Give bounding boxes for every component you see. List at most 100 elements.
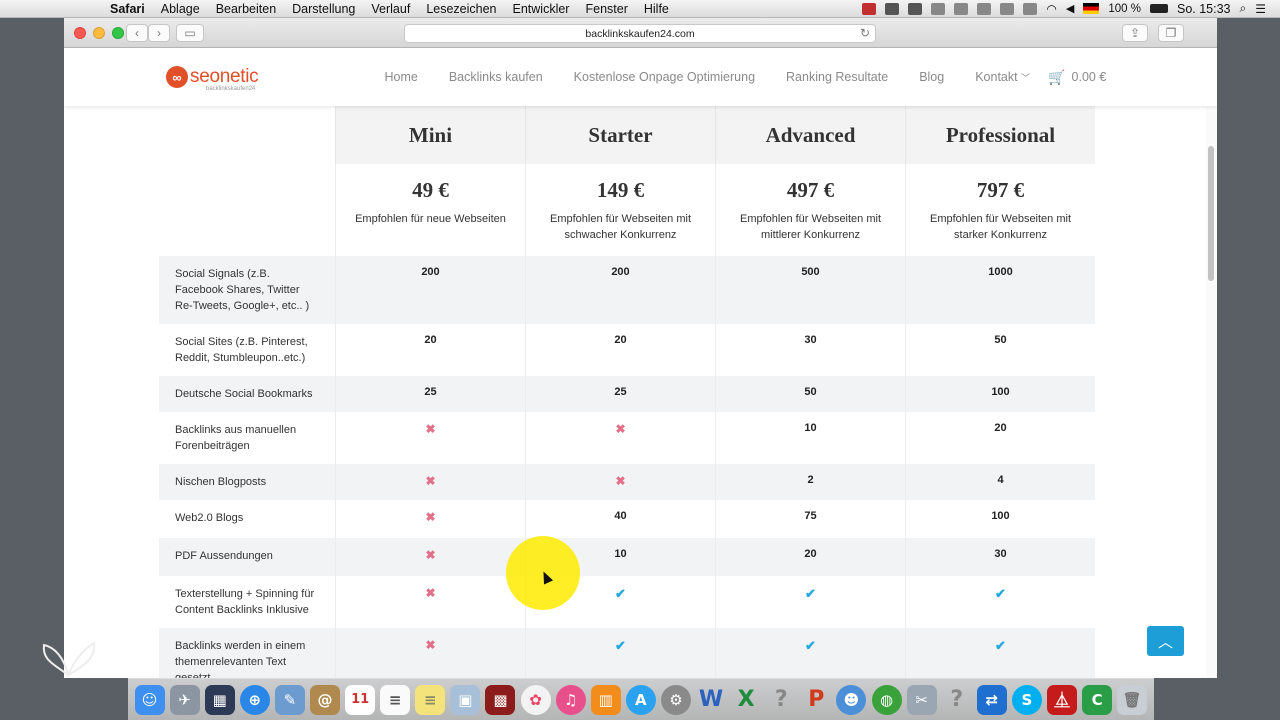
feature-value: 50 <box>715 376 905 412</box>
macos-menu-bar: Safari Ablage Bearbeiten Darstellung Ver… <box>0 0 1280 18</box>
notes-icon[interactable]: ≡ <box>415 684 446 715</box>
photos-icon[interactable]: ✿ <box>520 684 551 715</box>
forward-button[interactable]: › <box>148 24 170 42</box>
trash-icon[interactable]: 🗑 <box>1117 684 1148 715</box>
site-logo[interactable]: ∞ seonetic backlinkskaufen24 <box>166 66 259 92</box>
close-window-button[interactable] <box>74 27 86 39</box>
logo-text: seonetic <box>190 66 259 87</box>
nav-ranking-resultate[interactable]: Ranking Resultate <box>786 70 888 84</box>
dropbox-icon[interactable] <box>908 2 923 15</box>
chevron-up-icon: ︿ <box>1157 633 1173 651</box>
plan-price-cell: 797 € Empfohlen für Webseiten mit starke… <box>905 164 1095 256</box>
reminders-icon[interactable]: ≡ <box>380 684 411 715</box>
reload-icon[interactable]: ↻ <box>860 26 870 40</box>
back-button[interactable]: ‹ <box>126 24 148 42</box>
plan-price: 49 € <box>412 178 449 202</box>
minimize-window-button[interactable] <box>93 27 105 39</box>
clock[interactable]: So. 15:33 <box>1177 2 1231 16</box>
cross-icon: ✖ <box>335 538 525 576</box>
nav-blog[interactable]: Blog <box>919 70 944 84</box>
nav-home[interactable]: Home <box>385 70 418 84</box>
cross-icon: ✖ <box>525 412 715 464</box>
feature-value: 500 <box>715 256 905 324</box>
cart-button[interactable]: 🛒 0.00 € <box>1048 69 1106 86</box>
chevron-down-icon: ﹀ <box>1021 73 1031 83</box>
photo-booth-icon[interactable]: ▩ <box>485 684 516 715</box>
nav-kontakt[interactable]: Kontakt ﹀ <box>975 70 1030 84</box>
teamviewer-icon[interactable]: ⇄ <box>976 684 1007 715</box>
menu-verlauf[interactable]: Verlauf <box>363 2 418 16</box>
skype-tray-icon[interactable] <box>954 2 969 15</box>
scrollbar-thumb[interactable] <box>1208 146 1214 281</box>
chevron-left-icon: ‹ <box>135 26 139 40</box>
feature-value: 200 <box>525 256 715 324</box>
menu-safari[interactable]: Safari <box>102 2 153 16</box>
word-icon[interactable]: W <box>696 685 726 715</box>
feature-row: Backlinks aus manuellen Forenbeiträgen ✖ ✖… <box>159 412 1096 464</box>
record-icon[interactable] <box>862 2 877 15</box>
skype-icon[interactable]: S <box>1011 684 1042 715</box>
feature-value: 30 <box>905 538 1095 576</box>
page-scrollbar[interactable] <box>1206 106 1217 678</box>
finder-icon[interactable]: ☺ <box>134 684 165 715</box>
menu-bearbeiten[interactable]: Bearbeiten <box>208 2 284 16</box>
utility-icon[interactable]: ✂ <box>906 684 937 715</box>
time-machine-icon[interactable] <box>1000 2 1015 15</box>
sidebar-toggle-button[interactable]: ▭ <box>176 24 204 42</box>
wifi-icon[interactable]: ◠ <box>1046 2 1056 16</box>
pricing-table: Mini Starter Advanced Professional 49 € … <box>159 106 1096 678</box>
german-flag-icon[interactable] <box>1083 3 1100 14</box>
unknown-app-icon-2[interactable]: ? <box>942 685 972 715</box>
powerpoint-icon[interactable]: P <box>801 685 831 715</box>
launchpad-icon[interactable]: ✈ <box>169 684 200 715</box>
mission-control-icon[interactable]: ▦ <box>204 684 235 715</box>
acrobat-icon[interactable]: ⏅ <box>1046 684 1077 715</box>
zoom-window-button[interactable] <box>112 27 124 39</box>
scroll-to-top-button[interactable]: ︿ <box>1147 626 1184 656</box>
lync-icon[interactable]: ☻ <box>836 684 867 715</box>
safari-icon[interactable]: ⊕ <box>239 684 270 715</box>
excel-icon[interactable]: X <box>731 685 761 715</box>
feature-row: Nischen Blogposts ✖ ✖ 2 4 <box>159 464 1096 500</box>
app-store-icon[interactable]: A <box>625 684 656 715</box>
menu-fenster[interactable]: Fenster <box>577 2 635 16</box>
spotlight-icon[interactable]: ⌕ <box>1240 1 1247 16</box>
cross-icon: ✖ <box>335 412 525 464</box>
notification-center-icon[interactable]: ☰ <box>1255 2 1266 16</box>
preview-icon[interactable]: ✎ <box>274 684 305 715</box>
sync-icon[interactable] <box>931 2 946 15</box>
menu-lesezeichen[interactable]: Lesezeichen <box>418 2 504 16</box>
image-capture-icon[interactable]: ▣ <box>450 684 481 715</box>
menu-darstellung[interactable]: Darstellung <box>284 2 363 16</box>
calendar-icon[interactable]: 11 <box>345 684 376 715</box>
unknown-app-icon[interactable]: ? <box>766 685 796 715</box>
feature-value: 20 <box>905 412 1095 464</box>
battery-icon[interactable] <box>1149 4 1168 13</box>
itunes-icon[interactable]: ♫ <box>555 684 586 715</box>
app-tray-icon[interactable] <box>885 2 900 15</box>
airplay-icon[interactable] <box>977 2 992 15</box>
network-icon[interactable]: ◍ <box>871 684 902 715</box>
logo-subtext: backlinkskaufen24 <box>206 86 256 92</box>
battery-percent: 100 % <box>1108 2 1141 15</box>
system-preferences-icon[interactable]: ⚙ <box>660 684 691 715</box>
menu-hilfe[interactable]: Hilfe <box>636 2 677 16</box>
camtasia-icon[interactable]: C <box>1082 684 1113 715</box>
feature-value: 200 <box>335 256 525 324</box>
ibooks-icon[interactable]: ▥ <box>590 684 621 715</box>
volume-icon[interactable]: ◀ <box>1066 2 1074 15</box>
nav-kontakt-label: Kontakt <box>975 70 1018 84</box>
feature-label: Nischen Blogposts <box>159 464 335 500</box>
menu-entwickler[interactable]: Entwickler <box>505 2 578 16</box>
show-tabs-button[interactable]: ❐ <box>1158 24 1184 42</box>
nav-backlinks-kaufen[interactable]: Backlinks kaufen <box>449 70 543 84</box>
address-bar[interactable]: backlinkskaufen24.com ↻ <box>404 24 876 43</box>
plan-name-starter: Starter <box>525 106 715 164</box>
feature-value: 20 <box>335 324 525 376</box>
bluetooth-icon[interactable] <box>1023 2 1038 15</box>
menu-ablage[interactable]: Ablage <box>153 2 208 16</box>
feature-row: Texterstellung + Spinning für Content Ba… <box>159 576 1096 628</box>
contacts-icon[interactable]: @ <box>310 684 341 715</box>
share-button[interactable]: ⇪ <box>1122 24 1148 42</box>
nav-onpage-optimierung[interactable]: Kostenlose Onpage Optimierung <box>574 70 755 84</box>
